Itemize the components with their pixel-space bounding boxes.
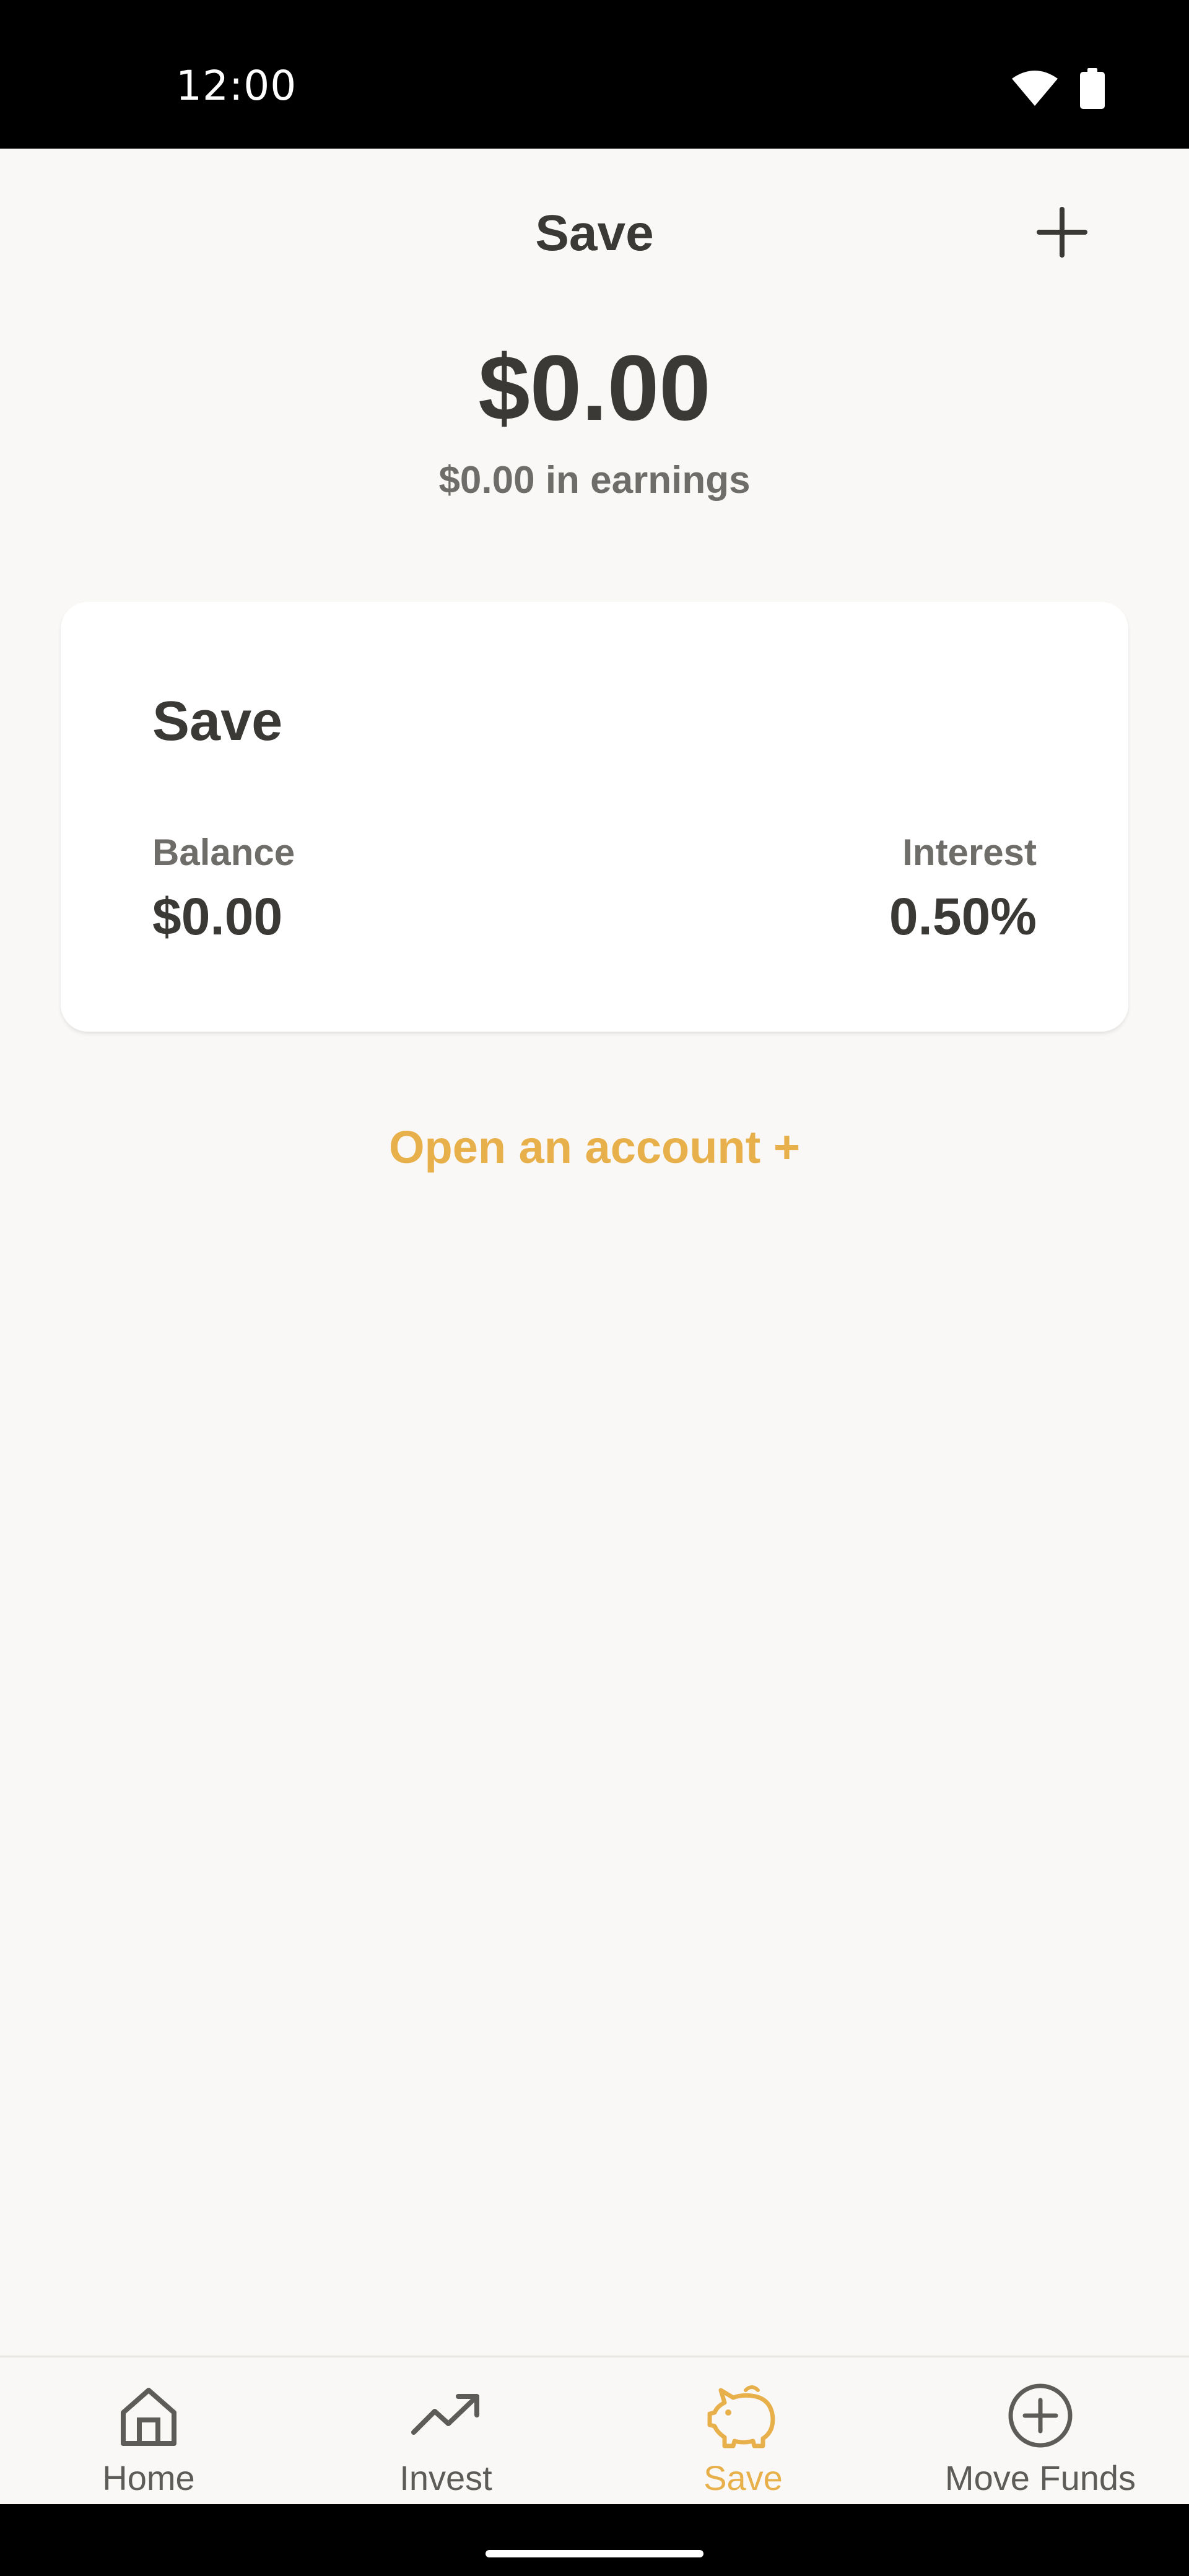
nav-item-home[interactable]: Home [0, 2357, 297, 2504]
earnings-text: $0.00 in earnings [438, 459, 751, 502]
plus-icon [1037, 207, 1087, 258]
balance-value: $0.00 [152, 887, 283, 946]
piggy-bank-icon [706, 2378, 780, 2453]
status-icons [1011, 68, 1105, 112]
page-title: Save [535, 205, 654, 261]
trending-up-icon [409, 2378, 483, 2453]
wifi-icon [1011, 70, 1059, 110]
gesture-bar [0, 2504, 1189, 2576]
nav-label-invest: Invest [399, 2458, 492, 2497]
balance-label: Balance [152, 832, 295, 873]
open-account-link[interactable]: Open an account + [0, 1121, 1189, 1173]
interest-label: Interest [902, 832, 1037, 873]
status-bar: 12:00 [0, 0, 1189, 149]
gesture-handle[interactable] [486, 2550, 703, 2557]
bottom-nav: Home Invest Save Move Funds [0, 2356, 1189, 2504]
add-button[interactable] [1028, 198, 1096, 266]
card-title: Save [152, 690, 283, 752]
status-time: 12:00 [176, 62, 297, 110]
nav-item-move-funds[interactable]: Move Funds [892, 2357, 1189, 2504]
home-icon [111, 2378, 186, 2453]
nav-label-home: Home [102, 2458, 195, 2497]
plus-circle-icon [1003, 2378, 1078, 2453]
interest-value: 0.50% [889, 887, 1037, 946]
nav-label-save: Save [703, 2458, 783, 2497]
total-balance: $0.00 [478, 336, 711, 440]
nav-item-invest[interactable]: Invest [297, 2357, 594, 2504]
nav-label-move-funds: Move Funds [944, 2458, 1136, 2497]
battery-icon [1080, 68, 1105, 112]
save-account-card[interactable]: Save Balance $0.00 Interest 0.50% [61, 602, 1128, 1032]
nav-item-save[interactable]: Save [594, 2357, 892, 2504]
